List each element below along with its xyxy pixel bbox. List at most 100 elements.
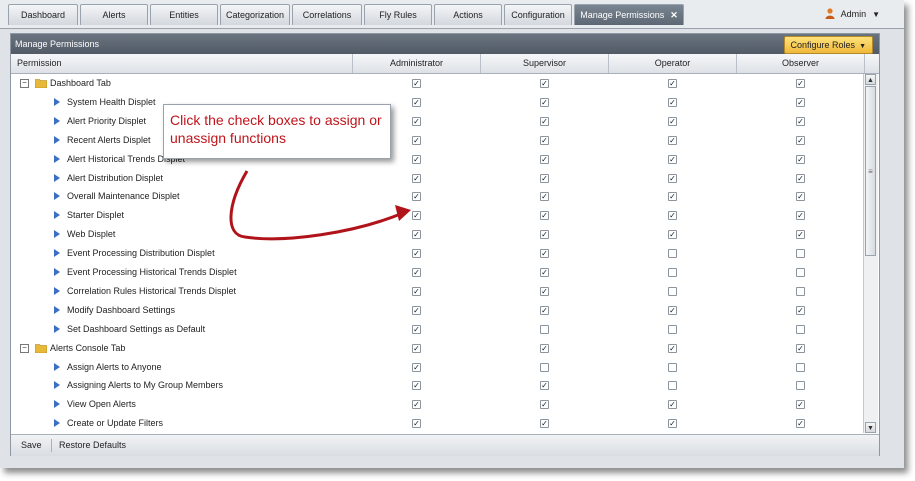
tree-expand-arrow-icon[interactable] — [54, 286, 60, 295]
tree-expand-arrow-icon[interactable] — [54, 173, 60, 182]
supervisor-checkbox[interactable] — [540, 362, 549, 372]
tree-expand-arrow-icon[interactable] — [54, 362, 60, 371]
operator-checkbox[interactable] — [668, 286, 677, 296]
observer-checkbox[interactable] — [796, 324, 805, 334]
tree-expand-arrow-icon[interactable] — [54, 400, 60, 409]
observer-checkbox[interactable] — [796, 249, 805, 259]
supervisor-checkbox[interactable]: ✓ — [540, 249, 549, 259]
column-header-permission[interactable]: Permission — [11, 54, 353, 73]
observer-checkbox[interactable]: ✓ — [796, 230, 805, 240]
tree-expand-arrow-icon[interactable] — [54, 211, 60, 220]
supervisor-checkbox[interactable]: ✓ — [540, 230, 549, 240]
observer-checkbox[interactable] — [796, 286, 805, 296]
administrator-checkbox[interactable]: ✓ — [412, 400, 421, 410]
column-header-operator[interactable]: Operator — [609, 54, 737, 73]
tree-expand-arrow-icon[interactable] — [54, 419, 60, 428]
operator-checkbox[interactable]: ✓ — [668, 97, 677, 107]
observer-checkbox[interactable] — [796, 381, 805, 391]
administrator-checkbox[interactable]: ✓ — [412, 286, 421, 296]
operator-checkbox[interactable] — [668, 362, 677, 372]
observer-checkbox[interactable]: ✓ — [796, 305, 805, 315]
administrator-checkbox[interactable]: ✓ — [412, 419, 421, 429]
close-icon[interactable]: ✕ — [670, 10, 678, 20]
operator-checkbox[interactable]: ✓ — [668, 305, 677, 315]
observer-checkbox[interactable]: ✓ — [796, 192, 805, 202]
tree-expand-arrow-icon[interactable] — [54, 154, 60, 163]
tree-expand-arrow-icon[interactable] — [54, 268, 60, 276]
observer-checkbox[interactable]: ✓ — [796, 135, 805, 145]
operator-checkbox[interactable]: ✓ — [668, 173, 677, 183]
tree-expand-arrow-icon[interactable] — [54, 230, 60, 239]
tree-expand-arrow-icon[interactable] — [54, 97, 60, 106]
save-button[interactable]: Save — [21, 435, 42, 456]
observer-checkbox[interactable]: ✓ — [796, 173, 805, 183]
vertical-scrollbar[interactable]: ▲ ≡ ▼ — [863, 74, 878, 433]
supervisor-checkbox[interactable]: ✓ — [540, 173, 549, 183]
tab-actions[interactable]: Actions — [434, 4, 502, 25]
tree-expand-arrow-icon[interactable] — [54, 135, 60, 144]
supervisor-checkbox[interactable]: ✓ — [540, 116, 549, 126]
operator-checkbox[interactable] — [668, 249, 677, 259]
collapse-icon[interactable]: − — [20, 79, 29, 88]
operator-checkbox[interactable]: ✓ — [668, 154, 677, 164]
administrator-checkbox[interactable]: ✓ — [412, 381, 421, 391]
operator-checkbox[interactable]: ✓ — [668, 419, 677, 429]
supervisor-checkbox[interactable]: ✓ — [540, 305, 549, 315]
supervisor-checkbox[interactable]: ✓ — [540, 419, 549, 429]
column-header-supervisor[interactable]: Supervisor — [481, 54, 609, 73]
operator-checkbox[interactable] — [668, 381, 677, 391]
administrator-checkbox[interactable]: ✓ — [412, 79, 421, 88]
operator-checkbox[interactable] — [668, 324, 677, 334]
supervisor-checkbox[interactable]: ✓ — [540, 211, 549, 221]
observer-checkbox[interactable]: ✓ — [796, 116, 805, 126]
observer-checkbox[interactable] — [796, 362, 805, 372]
supervisor-checkbox[interactable]: ✓ — [540, 381, 549, 391]
administrator-checkbox[interactable]: ✓ — [412, 116, 421, 126]
operator-checkbox[interactable]: ✓ — [668, 211, 677, 221]
supervisor-checkbox[interactable]: ✓ — [540, 268, 549, 277]
operator-checkbox[interactable]: ✓ — [668, 400, 677, 410]
tab-correlations[interactable]: Correlations — [292, 4, 362, 25]
tab-categorization[interactable]: Categorization — [220, 4, 290, 25]
administrator-checkbox[interactable]: ✓ — [412, 135, 421, 145]
operator-checkbox[interactable]: ✓ — [668, 343, 677, 353]
administrator-checkbox[interactable]: ✓ — [412, 343, 421, 353]
supervisor-checkbox[interactable] — [540, 324, 549, 334]
tab-fly-rules[interactable]: Fly Rules — [364, 4, 432, 25]
supervisor-checkbox[interactable]: ✓ — [540, 135, 549, 145]
administrator-checkbox[interactable]: ✓ — [412, 305, 421, 315]
supervisor-checkbox[interactable]: ✓ — [540, 286, 549, 296]
operator-checkbox[interactable]: ✓ — [668, 79, 677, 88]
tree-expand-arrow-icon[interactable] — [54, 381, 60, 390]
column-header-observer[interactable]: Observer — [737, 54, 865, 73]
operator-checkbox[interactable]: ✓ — [668, 135, 677, 145]
tree-expand-arrow-icon[interactable] — [54, 324, 60, 333]
administrator-checkbox[interactable]: ✓ — [412, 97, 421, 107]
observer-checkbox[interactable]: ✓ — [796, 343, 805, 353]
operator-checkbox[interactable] — [668, 268, 677, 277]
scroll-up-arrow-icon[interactable]: ▲ — [865, 74, 876, 85]
supervisor-checkbox[interactable]: ✓ — [540, 192, 549, 202]
supervisor-checkbox[interactable]: ✓ — [540, 79, 549, 88]
observer-checkbox[interactable]: ✓ — [796, 400, 805, 410]
scrollbar-thumb[interactable]: ≡ — [865, 86, 876, 256]
administrator-checkbox[interactable]: ✓ — [412, 324, 421, 334]
supervisor-checkbox[interactable]: ✓ — [540, 343, 549, 353]
observer-checkbox[interactable]: ✓ — [796, 211, 805, 221]
operator-checkbox[interactable]: ✓ — [668, 230, 677, 240]
supervisor-checkbox[interactable]: ✓ — [540, 400, 549, 410]
scroll-down-arrow-icon[interactable]: ▼ — [865, 422, 876, 433]
administrator-checkbox[interactable]: ✓ — [412, 362, 421, 372]
supervisor-checkbox[interactable]: ✓ — [540, 154, 549, 164]
observer-checkbox[interactable]: ✓ — [796, 97, 805, 107]
observer-checkbox[interactable] — [796, 268, 805, 277]
tree-expand-arrow-icon[interactable] — [54, 305, 60, 314]
administrator-checkbox[interactable]: ✓ — [412, 268, 421, 277]
observer-checkbox[interactable]: ✓ — [796, 419, 805, 429]
user-menu[interactable]: Admin ▼ — [825, 8, 880, 19]
administrator-checkbox[interactable]: ✓ — [412, 154, 421, 164]
column-header-administrator[interactable]: Administrator — [353, 54, 481, 73]
tree-expand-arrow-icon[interactable] — [54, 249, 60, 258]
tree-expand-arrow-icon[interactable] — [54, 116, 60, 125]
tree-expand-arrow-icon[interactable] — [54, 192, 60, 201]
